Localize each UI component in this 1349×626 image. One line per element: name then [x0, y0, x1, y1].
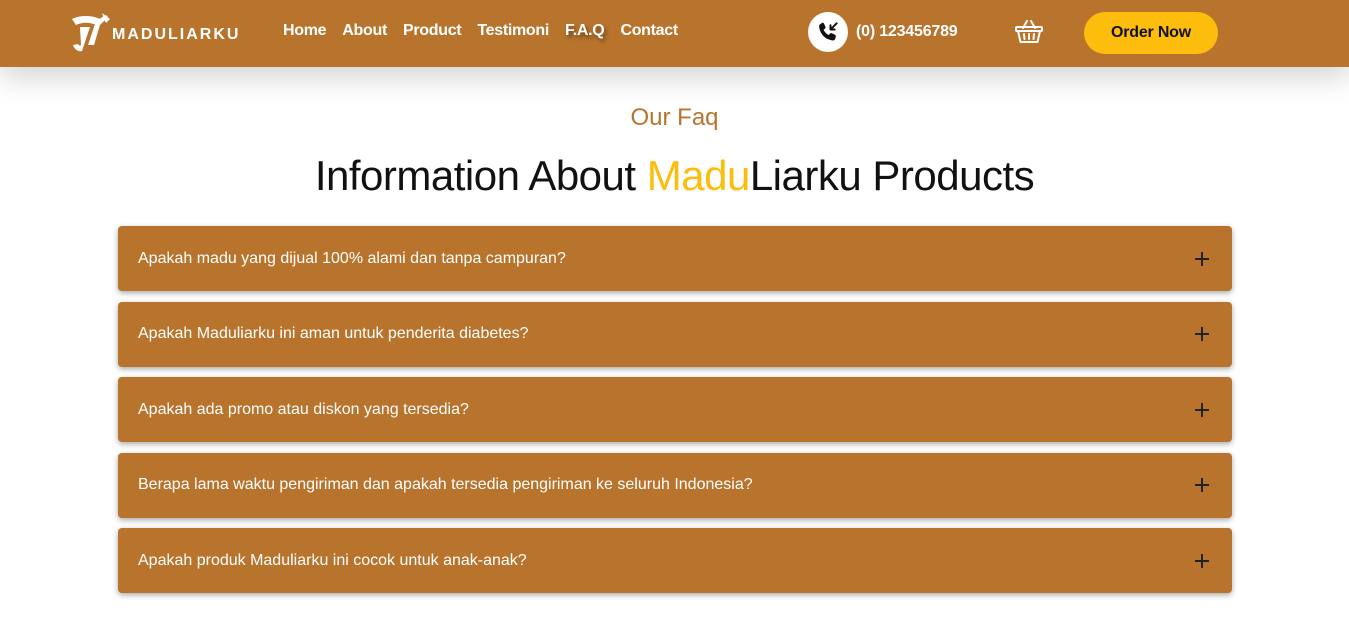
faq-question: Apakah madu yang dijual 100% alami dan t…: [138, 249, 566, 267]
faq-question: Apakah ada promo atau diskon yang tersed…: [138, 400, 469, 418]
nav-link-contact[interactable]: Contact: [620, 22, 678, 40]
nav-link-product[interactable]: Product: [403, 22, 462, 40]
title-highlight: Madu: [646, 152, 751, 199]
title-prefix: Information About: [314, 152, 647, 199]
faq-item[interactable]: Apakah madu yang dijual 100% alami dan t…: [118, 226, 1232, 291]
faq-item[interactable]: Apakah Maduliarku ini aman untuk penderi…: [118, 301, 1232, 367]
phone-incoming-icon: [808, 12, 848, 52]
plus-icon[interactable]: [1192, 475, 1212, 495]
title-suffix: Liarku Products: [749, 152, 1035, 199]
brand-logo[interactable]: MADULIARKU: [66, 11, 240, 55]
faq-question: Berapa lama waktu pengiriman dan apakah …: [138, 476, 753, 493]
plus-icon[interactable]: [1192, 324, 1212, 344]
plus-icon[interactable]: [1192, 551, 1212, 571]
nav-link-faq[interactable]: F.A.Q: [565, 22, 605, 40]
faq-item[interactable]: Berapa lama waktu pengiriman dan apakah …: [118, 452, 1232, 518]
section-subtitle: Our Faq: [630, 104, 719, 131]
nav-link-testimoni[interactable]: Testimoni: [477, 22, 549, 40]
main-nav: Home About Product Testimoni F.A.Q Conta…: [283, 22, 694, 40]
faq-item[interactable]: Apakah ada promo atau diskon yang tersed…: [118, 377, 1232, 442]
phone-number: (0) 123456789: [856, 23, 958, 40]
nav-link-about[interactable]: About: [342, 22, 387, 40]
phone-contact[interactable]: (0) 123456789: [808, 12, 958, 52]
faq-list: Apakah madu yang dijual 100% alami dan t…: [118, 226, 1232, 604]
plus-icon[interactable]: [1192, 249, 1212, 269]
faq-question: Apakah Maduliarku ini aman untuk penderi…: [138, 325, 529, 342]
plus-icon[interactable]: [1192, 400, 1212, 420]
nav-link-home[interactable]: Home: [283, 22, 327, 40]
section-title: Information About MaduLiarku Products: [0, 152, 1349, 200]
faq-item[interactable]: Apakah produk Maduliarku ini cocok untuk…: [118, 528, 1232, 593]
basket-icon[interactable]: [1014, 17, 1044, 47]
faq-question: Apakah produk Maduliarku ini cocok untuk…: [138, 551, 527, 569]
navbar: MADULIARKU Home About Product Testimoni …: [0, 0, 1349, 67]
logo-mark-icon: [72, 13, 110, 52]
brand-name: MADULIARKU: [112, 26, 241, 43]
order-now-button[interactable]: Order Now: [1084, 12, 1218, 54]
